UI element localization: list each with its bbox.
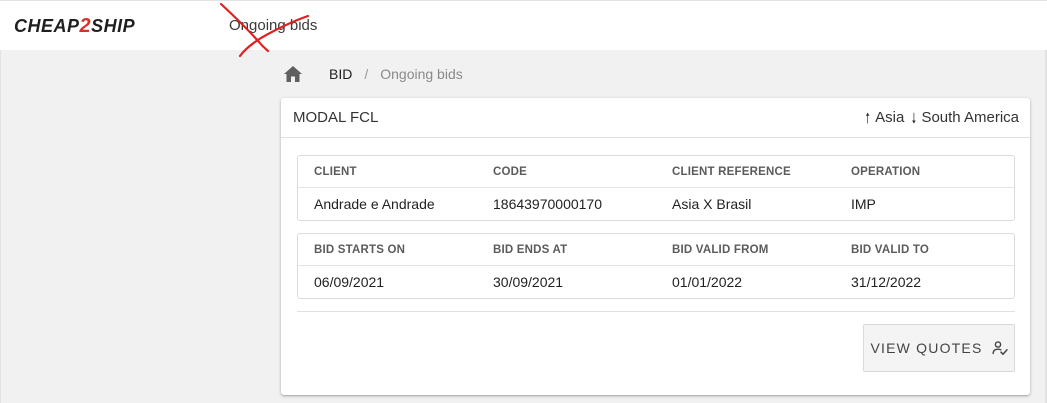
person-check-icon — [992, 340, 1008, 356]
breadcrumb: BID / Ongoing bids — [283, 64, 463, 84]
value-bid-ends-at: 30/09/2021 — [493, 274, 564, 290]
app-logo[interactable]: CHEAP2SHIP — [14, 15, 135, 37]
logo-text-two: 2 — [79, 15, 92, 37]
page-title: Ongoing bids — [229, 17, 318, 34]
bid-dates-header-row: BID STARTS ON BID ENDS AT BID VALID FROM… — [298, 234, 1014, 266]
value-client: Andrade e Andrade — [314, 196, 435, 212]
bid-card: MODAL FCL 🠑 Asia 🠓 South America CLIENT … — [281, 98, 1030, 395]
card-title: MODAL FCL — [293, 109, 379, 126]
header-code: CODE — [493, 166, 528, 178]
breadcrumb-current: Ongoing bids — [380, 66, 463, 82]
breadcrumb-separator: / — [364, 66, 369, 82]
card-header: MODAL FCL 🠑 Asia 🠓 South America — [281, 98, 1030, 138]
route-origin: Asia — [875, 109, 905, 126]
view-quotes-label: VIEW QUOTES — [870, 340, 983, 356]
value-bid-valid-from: 01/01/2022 — [672, 274, 743, 290]
header-bid-valid-from: BID VALID FROM — [672, 244, 769, 256]
top-bar: CHEAP2SHIP Ongoing bids — [0, 0, 1047, 58]
header-bid-starts-on: BID STARTS ON — [314, 244, 406, 256]
logo-text-left: CHEAP — [14, 16, 80, 36]
header-client: CLIENT — [314, 166, 357, 178]
route: 🠑 Asia 🠓 South America — [865, 108, 1019, 128]
header-bid-valid-to: BID VALID TO — [851, 244, 930, 256]
value-bid-starts-on: 06/09/2021 — [314, 274, 385, 290]
left-edge — [0, 50, 1, 403]
header-client-reference: CLIENT REFERENCE — [672, 166, 791, 178]
value-operation: IMP — [851, 196, 876, 212]
bid-details-table: CLIENT CODE CLIENT REFERENCE OPERATION A… — [297, 155, 1015, 221]
value-client-reference: Asia X Brasil — [672, 196, 752, 212]
view-quotes-button[interactable]: VIEW QUOTES — [863, 324, 1015, 372]
bid-dates-table: BID STARTS ON BID ENDS AT BID VALID FROM… — [297, 233, 1015, 299]
header-bid-ends-at: BID ENDS AT — [493, 244, 568, 256]
value-code: 18643970000170 — [493, 196, 603, 212]
arrow-up-icon: 🠑 — [865, 110, 871, 126]
value-bid-valid-to: 31/12/2022 — [851, 274, 922, 290]
route-destination: South America — [921, 109, 1019, 126]
home-icon[interactable] — [283, 65, 303, 83]
logo-text-right: SHIP — [91, 16, 136, 36]
breadcrumb-bid[interactable]: BID — [329, 66, 352, 82]
arrow-down-icon: 🠓 — [911, 110, 917, 126]
card-divider — [297, 311, 1015, 312]
bid-details-header-row: CLIENT CODE CLIENT REFERENCE OPERATION — [298, 156, 1014, 188]
header-operation: OPERATION — [851, 166, 921, 178]
